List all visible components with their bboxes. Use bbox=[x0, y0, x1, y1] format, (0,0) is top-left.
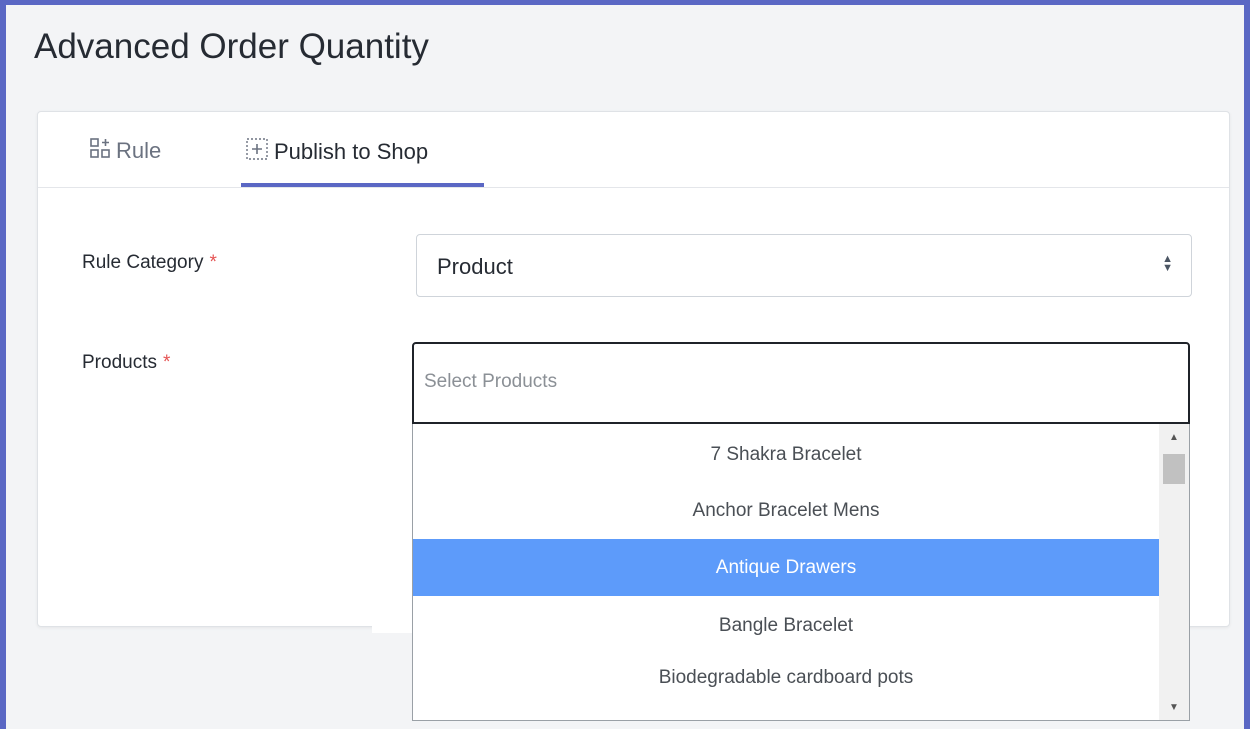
required-mark: * bbox=[209, 252, 217, 273]
tab-rule[interactable]: Rule bbox=[90, 138, 161, 164]
select-arrows-icon: ▲ ▼ bbox=[1162, 253, 1173, 274]
rule-category-value: Product bbox=[437, 254, 513, 279]
dropdown-option[interactable]: Bangle Bracelet bbox=[413, 597, 1159, 654]
tab-bar: Rule Publish to Shop bbox=[38, 112, 1229, 188]
scroll-down-icon[interactable]: ▼ bbox=[1159, 698, 1189, 718]
scroll-up-icon[interactable]: ▲ bbox=[1159, 428, 1189, 448]
scrollbar-thumb[interactable] bbox=[1163, 454, 1185, 484]
products-dropdown: 7 Shakra Bracelet Anchor Bracelet Mens A… bbox=[412, 424, 1190, 721]
card-gap bbox=[372, 625, 412, 633]
products-label: Products * bbox=[82, 352, 171, 373]
dropdown-option[interactable]: Biodegradable cardboard pots bbox=[413, 649, 1159, 706]
active-tab-indicator bbox=[241, 183, 484, 187]
page-title: Advanced Order Quantity bbox=[34, 27, 429, 66]
grid-plus-icon bbox=[90, 138, 110, 164]
rule-category-select[interactable]: Product ▲ ▼ bbox=[416, 234, 1192, 297]
dropdown-scrollbar[interactable]: ▲ ▼ bbox=[1159, 424, 1189, 720]
dashed-plus-box-icon bbox=[246, 138, 268, 166]
required-mark: * bbox=[162, 352, 171, 373]
tab-rule-label: Rule bbox=[116, 138, 162, 163]
dropdown-option-highlighted[interactable]: Antique Drawers bbox=[413, 539, 1159, 596]
rule-category-label: Rule Category * bbox=[82, 252, 217, 273]
tab-publish-label: Publish to Shop bbox=[274, 139, 429, 164]
dropdown-option[interactable]: 7 Shakra Bracelet bbox=[413, 426, 1159, 483]
products-placeholder: Select Products bbox=[424, 371, 558, 392]
dropdown-option[interactable]: Anchor Bracelet Mens bbox=[413, 482, 1159, 539]
products-multiselect-input[interactable]: Select Products bbox=[412, 342, 1190, 424]
tab-publish-to-shop[interactable]: Publish to Shop bbox=[246, 138, 428, 166]
